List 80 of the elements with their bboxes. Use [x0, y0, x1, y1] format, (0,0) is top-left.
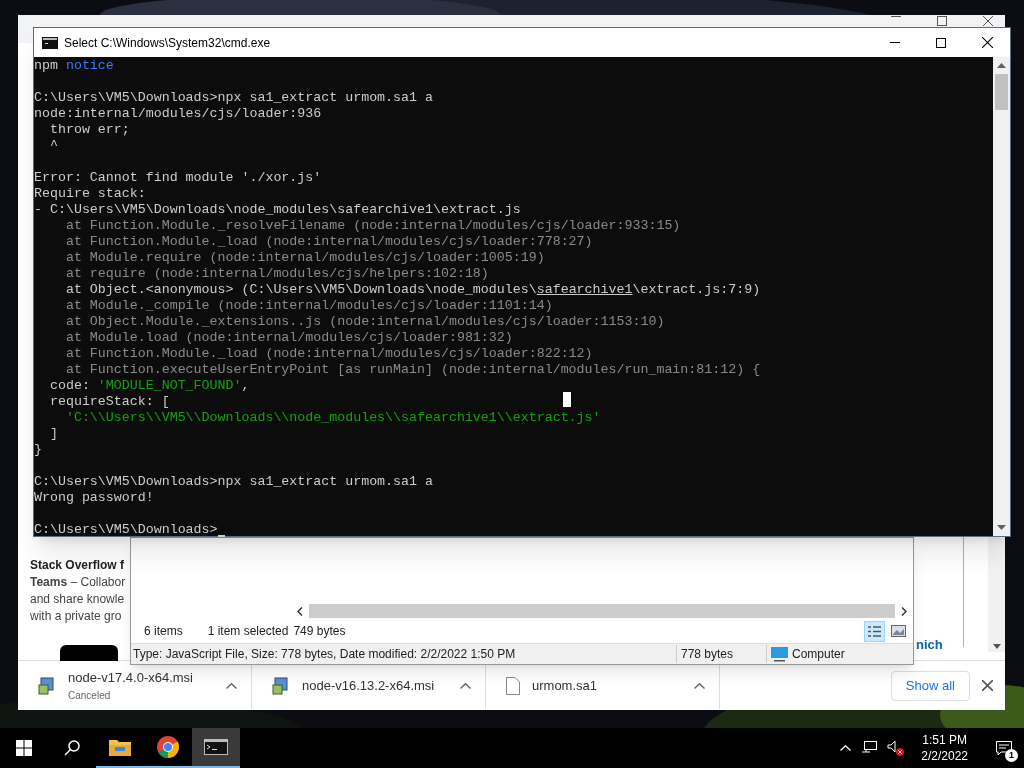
selection-size: 749 bytes — [293, 623, 346, 640]
download-name: urmom.sa1 — [532, 676, 599, 695]
notification-count: 1 — [1005, 749, 1018, 762]
terminal-line: at Function.Module._resolveFilename (node:internal/modules/cjs/loader:933:15) — [64, 218, 681, 234]
terminal-line: at Function.executeUserEntryPoint [as runMain] (node:internal/modules/run_main:81:12) { — [64, 362, 761, 378]
terminal-line: Require stack: — [34, 186, 146, 202]
terminal-line: ] — [48, 426, 58, 442]
page-text: and share knowle — [30, 591, 126, 608]
notifications-button[interactable]: 1 — [984, 728, 1024, 768]
scroll-up-icon[interactable] — [997, 63, 1006, 68]
location-label: Computer — [792, 646, 845, 663]
terminal-line: at Object.<anonymous> (C:\Users\VM5\Downloads\node_modules\safearchive1\extract.js:7:9) — [64, 282, 761, 298]
close-icon[interactable] — [982, 680, 993, 691]
terminal-line: npm notice — [34, 58, 114, 74]
page-text: with a private gro — [30, 608, 123, 625]
browser-icon — [157, 736, 179, 758]
page-link[interactable]: nich — [916, 635, 943, 655]
item-count: 6 items — [144, 623, 183, 640]
terminal-line: ^ — [48, 138, 58, 154]
terminal-line: at Object.Module._extensions..js (node:internal/modules/cjs/loader:1153:10) — [64, 314, 665, 330]
close-icon — [981, 37, 993, 48]
search-icon — [64, 740, 80, 756]
taskbar-app[interactable] — [192, 728, 240, 768]
terminal-line: - C:\Users\VM5\Downloads\node_modules\safearchive1\extract.js — [34, 202, 521, 218]
clock-time: 1:51 PM — [922, 732, 967, 748]
terminal-line: 'C:\\Users\\VM5\\Downloads\\node_modules\\safearchive1\\extract.js' — [64, 410, 601, 426]
terminal-line: at require (node:internal/modules/cjs/helpers:102:18) — [64, 266, 489, 282]
download-name: node-v17.4.0-x64.msi — [68, 669, 194, 688]
windows-icon — [16, 740, 32, 756]
details-view-button[interactable] — [864, 620, 885, 642]
clock-date: 2/2/2022 — [921, 748, 968, 764]
terminal-line: requireStack: [ — [48, 394, 170, 410]
terminal-line: code: 'MODULE_NOT_FOUND', — [48, 378, 250, 394]
network-icon[interactable] — [861, 741, 878, 755]
terminal-line: at Module._compile (node:internal/modules/cjs/loader:1101:14) — [64, 298, 553, 314]
terminal-line: at Module.require (node:internal/modules/cjs/loader:1005:19) — [64, 250, 545, 266]
folder-icon — [109, 738, 131, 756]
installer-icon — [272, 676, 290, 695]
installer-icon — [38, 676, 56, 695]
download-name: node-v16.13.2-x64.msi — [302, 676, 436, 695]
volume-muted-icon[interactable] — [887, 740, 906, 756]
details-icon — [867, 624, 882, 638]
terminal-line: node:internal/modules/cjs/loader:936 — [34, 106, 322, 122]
message-icon — [996, 740, 1012, 756]
terminal-line: C:\Users\VM5\Downloads>npx sa1_extract urmom.sa1 a — [34, 90, 433, 106]
maximize-icon — [936, 37, 946, 48]
terminal-line: Wrong password! — [34, 490, 154, 506]
file-details: Type: JavaScript File, Size: 778 bytes, Date modified: 2/2/2022 1:50 PM — [132, 646, 517, 663]
terminal-line: at Module.load (node:internal/modules/cjs/loader:981:32) — [64, 330, 513, 346]
horizontal-scrollbar[interactable] — [309, 604, 895, 618]
terminal-line: C:\Users\VM5\Downloads>npx sa1_extract urmom.sa1 a — [34, 474, 433, 490]
maximize-icon[interactable] — [937, 16, 947, 26]
window-title: Select C:\Windows\System32\cmd.exe — [64, 34, 271, 52]
minimize-icon — [890, 42, 900, 43]
terminal-icon — [42, 36, 58, 49]
page-text: Teams – Collabor — [30, 574, 127, 591]
download-status: Canceled — [68, 688, 112, 703]
terminal-line: } — [34, 442, 42, 458]
clock[interactable]: 1:51 PM 2/2/2022 — [915, 732, 974, 764]
computer-icon — [771, 646, 788, 662]
preview-icon — [891, 625, 906, 637]
selection-status: 1 item selected — [207, 623, 289, 640]
page-text: Stack Overflow f — [30, 557, 126, 574]
text-cursor — [217, 535, 225, 537]
terminal-line: at Function.Module._load (node:internal/modules/cjs/loader:778:27) — [64, 234, 593, 250]
file-icon — [506, 676, 520, 695]
scroll-down-icon[interactable] — [992, 644, 1001, 649]
close-icon[interactable] — [983, 16, 993, 26]
scroll-left-icon[interactable] — [297, 606, 303, 616]
file-size: 778 bytes — [676, 645, 766, 663]
terminal-line: throw err; — [48, 122, 130, 138]
terminal-line: C:\Users\VM5\Downloads> — [34, 522, 218, 538]
terminal-line: at Function.Module._load (node:internal/modules/cjs/loader:822:12) — [64, 346, 593, 362]
show-all-button[interactable]: Show all — [890, 670, 970, 701]
terminal-line: Error: Cannot find module './xor.js' — [34, 170, 322, 186]
scroll-right-icon[interactable] — [901, 606, 907, 616]
scroll-down-icon[interactable] — [997, 525, 1006, 530]
terminal-icon — [204, 739, 228, 755]
scroll-thumb[interactable] — [995, 74, 1008, 110]
selection-cursor — [563, 392, 571, 407]
